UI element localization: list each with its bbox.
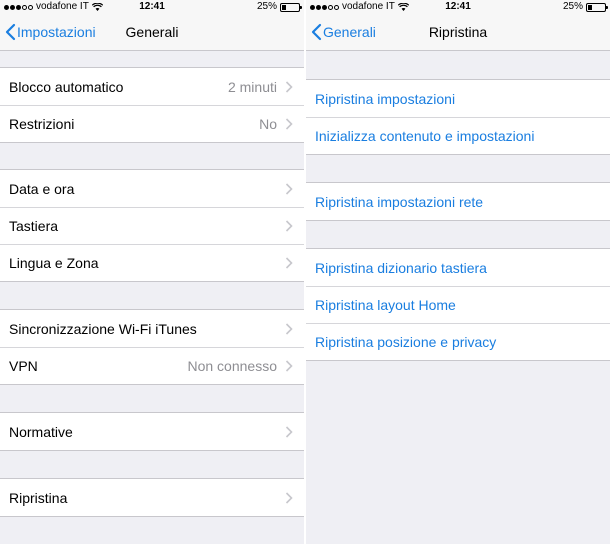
status-bar: vodafone IT 12:41 25% [306,0,610,14]
row-restrizioni[interactable]: Restrizioni No [0,105,304,142]
status-right: 25% [256,0,302,14]
row-label: Ripristina impostazioni [315,90,456,107]
navigation-bar: Generali Ripristina [306,14,610,51]
settings-group: Blocco automatico 2 minuti Restrizioni N… [0,67,304,143]
chevron-right-icon [285,80,293,93]
row-label: Blocco automatico [9,78,124,95]
row-label: Lingua e Zona [9,254,99,271]
generali-screen: vodafone IT 12:41 25% Impostazioni Gener… [0,0,304,544]
chevron-right-icon [285,491,293,504]
row-label: Data e ora [9,180,75,197]
row-vpn[interactable]: VPN Non connesso [0,347,304,384]
battery-percent: 25% [256,1,277,12]
settings-group: Sincronizzazione Wi-Fi iTunes VPN Non co… [0,309,304,385]
row-label: Inizializza contenuto e impostazioni [315,127,535,144]
chevron-right-icon [285,219,293,232]
chevron-right-icon [285,359,293,372]
ripristina-screen: vodafone IT 12:41 25% Generali Ripristin… [306,0,610,544]
reset-keyboard-dictionary-button[interactable]: Ripristina dizionario tastiera [306,249,610,286]
reset-settings-button[interactable]: Ripristina impostazioni [306,80,610,117]
row-value: No [259,115,277,132]
back-button-label: Generali [323,24,376,40]
status-right: 25% [562,0,608,14]
chevron-left-icon [5,23,16,41]
row-lingua-e-zona[interactable]: Lingua e Zona [0,244,304,281]
row-normative[interactable]: Normative [0,413,304,450]
row-label: Ripristina layout Home [315,296,456,313]
row-data-e-ora[interactable]: Data e ora [0,170,304,207]
settings-group: Normative [0,412,304,451]
back-button-label: Impostazioni [17,24,96,40]
row-label: Ripristina dizionario tastiera [315,259,487,276]
erase-content-settings-button[interactable]: Inizializza contenuto e impostazioni [306,117,610,154]
row-label: Ripristina impostazioni rete [315,193,484,210]
status-bar: vodafone IT 12:41 25% [0,0,304,14]
row-sincronizzazione-wifi-itunes[interactable]: Sincronizzazione Wi-Fi iTunes [0,310,304,347]
row-label: VPN [9,357,38,374]
row-blocco-automatico[interactable]: Blocco automatico 2 minuti [0,68,304,105]
battery-icon [280,2,302,12]
row-label: Tastiera [9,217,59,234]
chevron-right-icon [285,322,293,335]
row-label: Normative [9,423,73,440]
row-label: Ripristina posizione e privacy [315,333,497,350]
back-button[interactable]: Impostazioni [4,23,96,41]
reset-network-settings-button[interactable]: Ripristina impostazioni rete [306,183,610,220]
row-label: Restrizioni [9,115,75,132]
chevron-right-icon [285,425,293,438]
navigation-bar: Impostazioni Generali [0,14,304,51]
row-value: Non connesso [187,357,277,374]
battery-percent: 25% [562,1,583,12]
chevron-left-icon [311,23,322,41]
reset-group: Ripristina dizionario tastiera Ripristin… [306,248,610,361]
settings-group: Data e ora Tastiera Lingua e Zona [0,169,304,282]
battery-icon [586,2,608,12]
reset-location-privacy-button[interactable]: Ripristina posizione e privacy [306,323,610,360]
reset-group: Ripristina impostazioni Inizializza cont… [306,79,610,155]
row-tastiera[interactable]: Tastiera [0,207,304,244]
reset-home-layout-button[interactable]: Ripristina layout Home [306,286,610,323]
row-value: 2 minuti [227,78,277,95]
row-label: Sincronizzazione Wi-Fi iTunes [9,320,197,337]
row-label: Ripristina [9,489,68,506]
chevron-right-icon [285,117,293,130]
back-button[interactable]: Generali [310,23,376,41]
chevron-right-icon [285,182,293,195]
chevron-right-icon [285,256,293,269]
row-ripristina[interactable]: Ripristina [0,479,304,516]
settings-group: Ripristina [0,478,304,517]
reset-group: Ripristina impostazioni rete [306,182,610,221]
